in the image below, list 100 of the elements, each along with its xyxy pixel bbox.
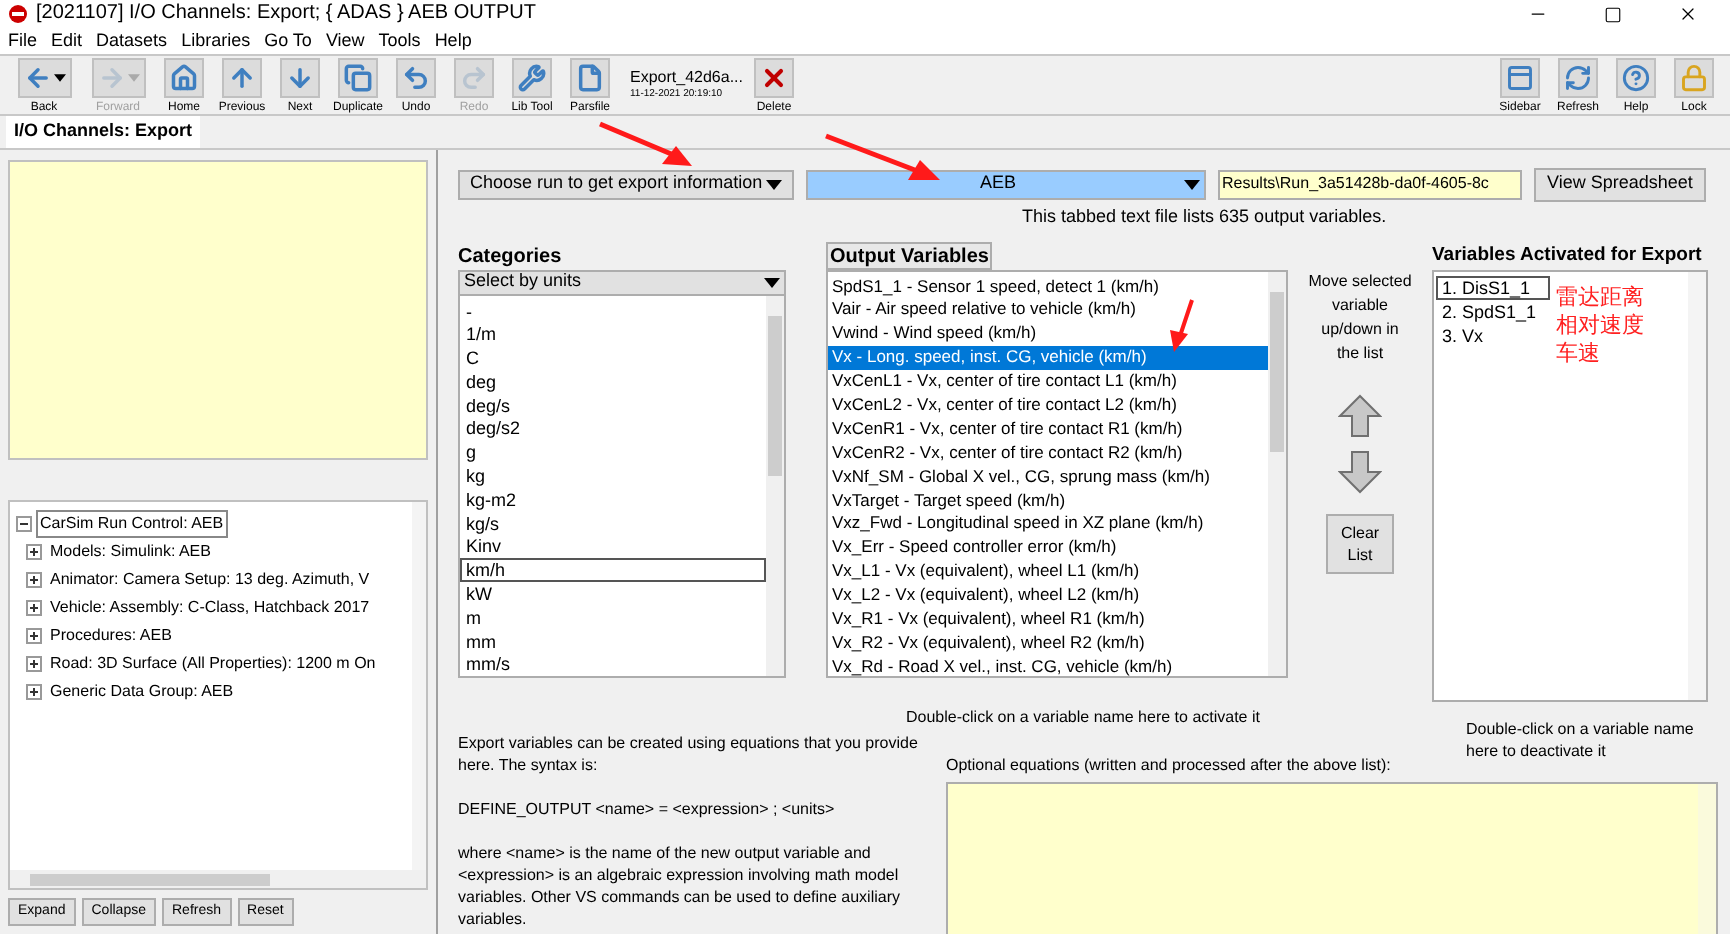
expand-icon[interactable] bbox=[26, 656, 42, 672]
refresh-icon bbox=[1564, 63, 1592, 91]
list-item[interactable]: Kinv bbox=[460, 534, 766, 559]
list-item[interactable]: Vx_R2 - Vx (equivalent), wheel R2 (km/h) bbox=[828, 631, 1268, 656]
menu-item[interactable]: View bbox=[325, 32, 365, 50]
tree-item[interactable]: Generic Data Group: AEB bbox=[46, 678, 238, 706]
move-down-icon[interactable] bbox=[1338, 449, 1382, 493]
list-item[interactable]: Vx_L2 - Vx (equivalent), wheel L2 (km/h) bbox=[828, 584, 1268, 608]
list-item[interactable]: C bbox=[460, 346, 766, 370]
list-item[interactable]: Vx_L1 - Vx (equivalent), wheel L1 (km/h) bbox=[828, 560, 1268, 585]
list-item[interactable]: Vxz_Fwd - Longitudinal speed in XZ plane (km/h) bbox=[828, 512, 1268, 537]
copy-icon bbox=[344, 63, 372, 91]
list-item[interactable]: mm/s bbox=[460, 652, 766, 677]
list-item[interactable]: VxCenL1 - Vx, center of tire contact L1 (km/h) bbox=[828, 370, 1268, 394]
annotation-text: 相对速度 bbox=[1556, 311, 1646, 339]
window-title: [2021107] I/O Channels: Export; { ADAS } AEB OUTPUT bbox=[36, 4, 536, 24]
menu-item[interactable]: Tools bbox=[378, 32, 421, 50]
dataset-name: Export_42d6a... bbox=[630, 68, 742, 89]
note-field[interactable] bbox=[8, 160, 428, 460]
tree-item[interactable]: CarSim Run Control: AEB bbox=[36, 510, 228, 538]
deactivate-hint: Double-click on a variable name here to deactivate it bbox=[1464, 717, 1696, 763]
menu-item[interactable]: Libraries bbox=[181, 32, 251, 50]
tree-item[interactable]: Animator: Camera Setup: 13 deg. Azimuth, V bbox=[46, 566, 374, 594]
tree-item[interactable]: Procedures: AEB bbox=[46, 622, 176, 650]
list-item[interactable]: km/h bbox=[460, 558, 766, 583]
list-item[interactable]: g bbox=[460, 440, 766, 465]
move-up-icon[interactable] bbox=[1338, 393, 1382, 437]
expand-icon[interactable] bbox=[26, 684, 42, 700]
scrollbar[interactable] bbox=[1268, 271, 1286, 675]
caret-icon bbox=[764, 277, 780, 287]
list-item[interactable]: kg-m2 bbox=[460, 487, 766, 512]
list-item[interactable]: VxCenR1 - Vx, center of tire contact R1 (km/h) bbox=[828, 417, 1268, 442]
equations-field[interactable] bbox=[946, 781, 1718, 934]
menu-item[interactable]: File bbox=[8, 32, 38, 50]
list-item[interactable]: deg/s2 bbox=[460, 416, 766, 441]
move-note: Move selected variable up/down in the list bbox=[1308, 269, 1412, 365]
menu-item[interactable]: Help bbox=[434, 32, 472, 50]
caret-icon bbox=[766, 179, 782, 189]
maximize-icon[interactable] bbox=[1604, 5, 1622, 23]
units-dropdown[interactable]: Select by units bbox=[458, 269, 786, 295]
list-item[interactable]: mm bbox=[460, 629, 766, 653]
list-item[interactable]: Vx_R1 - Vx (equivalent), wheel R1 (km/h) bbox=[828, 607, 1268, 632]
clear-list-button[interactable]: Clear List bbox=[1326, 513, 1394, 573]
list-item[interactable]: deg/s bbox=[460, 393, 766, 417]
panel-icon bbox=[1506, 63, 1534, 91]
file-note: This tabbed text file lists 635 output variables. bbox=[1022, 204, 1387, 230]
help-icon bbox=[1622, 63, 1650, 91]
help-text: DEFINE_OUTPUT <name> = <expression> ; <units> bbox=[458, 797, 837, 819]
list-item[interactable]: 1/m bbox=[460, 322, 766, 347]
help-text: Export variables can be created using equations that you provide here. The syntax is: bbox=[458, 731, 920, 775]
run-select[interactable]: AEB bbox=[806, 169, 1206, 199]
list-item[interactable]: VxCenR2 - Vx, center of tire contact R2 (km/h) bbox=[828, 441, 1268, 466]
annotation-text: 雷达距离 bbox=[1556, 283, 1646, 311]
results-path-field[interactable]: Results\Run_3a51428b-da0f-4605-8c bbox=[1218, 169, 1522, 199]
list-item[interactable]: 3. Vx bbox=[1436, 323, 1550, 347]
scrollbar[interactable] bbox=[766, 295, 784, 675]
list-item[interactable]: kg bbox=[460, 464, 766, 488]
arrow-right-icon bbox=[97, 63, 125, 91]
scrollbar[interactable] bbox=[1688, 271, 1706, 699]
menu-item[interactable]: Datasets bbox=[96, 32, 168, 50]
list-item[interactable]: Vx - Long. speed, inst. CG, vehicle (km/h) bbox=[828, 346, 1268, 371]
tab[interactable]: I/O Channels: Export bbox=[6, 116, 201, 148]
scrollbar[interactable] bbox=[10, 870, 426, 888]
view-spreadsheet-button[interactable]: View Spreadsheet bbox=[1534, 167, 1706, 201]
list-item[interactable]: m bbox=[460, 605, 766, 630]
menu-item[interactable]: Go To bbox=[264, 32, 312, 50]
expand-icon[interactable] bbox=[26, 600, 42, 616]
close-icon[interactable] bbox=[1678, 4, 1698, 24]
list-item[interactable]: Vx_Err - Speed controller error (km/h) bbox=[828, 536, 1268, 561]
help-text: where <name> is the name of the new output variable and <expression> is an algebraic expression involving math model variables. Other VS commands can be used to define auxiliary variables. bbox=[458, 841, 903, 929]
list-item[interactable]: VxCenL2 - Vx, center of tire contact L2 (km/h) bbox=[828, 393, 1268, 418]
list-item[interactable]: kg/s bbox=[460, 511, 766, 535]
list-item[interactable]: 2. SpdS1_1 bbox=[1436, 299, 1550, 323]
list-item[interactable]: Vair - Air speed relative to vehicle (km/h) bbox=[828, 298, 1268, 323]
scrollbar[interactable] bbox=[412, 502, 426, 870]
list-item[interactable]: - bbox=[460, 299, 766, 323]
list-item[interactable]: Vx_Rd - Road X vel., inst. CG, vehicle (km/h) bbox=[828, 655, 1268, 675]
annotation-arrow bbox=[825, 133, 940, 180]
tree-item[interactable]: Models: Simulink: AEB bbox=[46, 538, 215, 566]
close-icon bbox=[760, 63, 788, 91]
annotation-arrow bbox=[1170, 299, 1194, 352]
list-item[interactable]: 1. DisS1_1 bbox=[1436, 275, 1550, 299]
tree-item[interactable]: Vehicle: Assembly: C-Class, Hatchback 2017 bbox=[46, 594, 374, 622]
tree-item[interactable]: Road: 3D Surface (All Properties): 1200 m On bbox=[46, 650, 380, 678]
expand-icon[interactable] bbox=[26, 544, 42, 560]
list-item[interactable]: Vwind - Wind speed (km/h) bbox=[828, 322, 1268, 347]
collapse-icon[interactable] bbox=[16, 516, 32, 532]
wrench-icon bbox=[518, 63, 546, 91]
document-icon bbox=[576, 63, 604, 91]
list-item[interactable]: VxNf_SM - Global X vel., CG, sprung mass (km/h) bbox=[828, 465, 1268, 490]
list-item[interactable]: VxTarget - Target speed (km/h) bbox=[828, 489, 1268, 513]
list-item[interactable]: SpdS1_1 - Sensor 1 speed, detect 1 (km/h) bbox=[828, 275, 1268, 299]
expand-icon[interactable] bbox=[26, 572, 42, 588]
menu-item[interactable]: Edit bbox=[51, 32, 83, 50]
output-variables-title: Output Variables bbox=[826, 241, 993, 269]
expand-icon[interactable] bbox=[26, 628, 42, 644]
list-item[interactable]: deg bbox=[460, 369, 766, 394]
list-item[interactable]: kW bbox=[460, 582, 766, 606]
run-dropdown[interactable]: Choose run to get export information bbox=[458, 169, 794, 199]
house-icon bbox=[170, 63, 198, 91]
